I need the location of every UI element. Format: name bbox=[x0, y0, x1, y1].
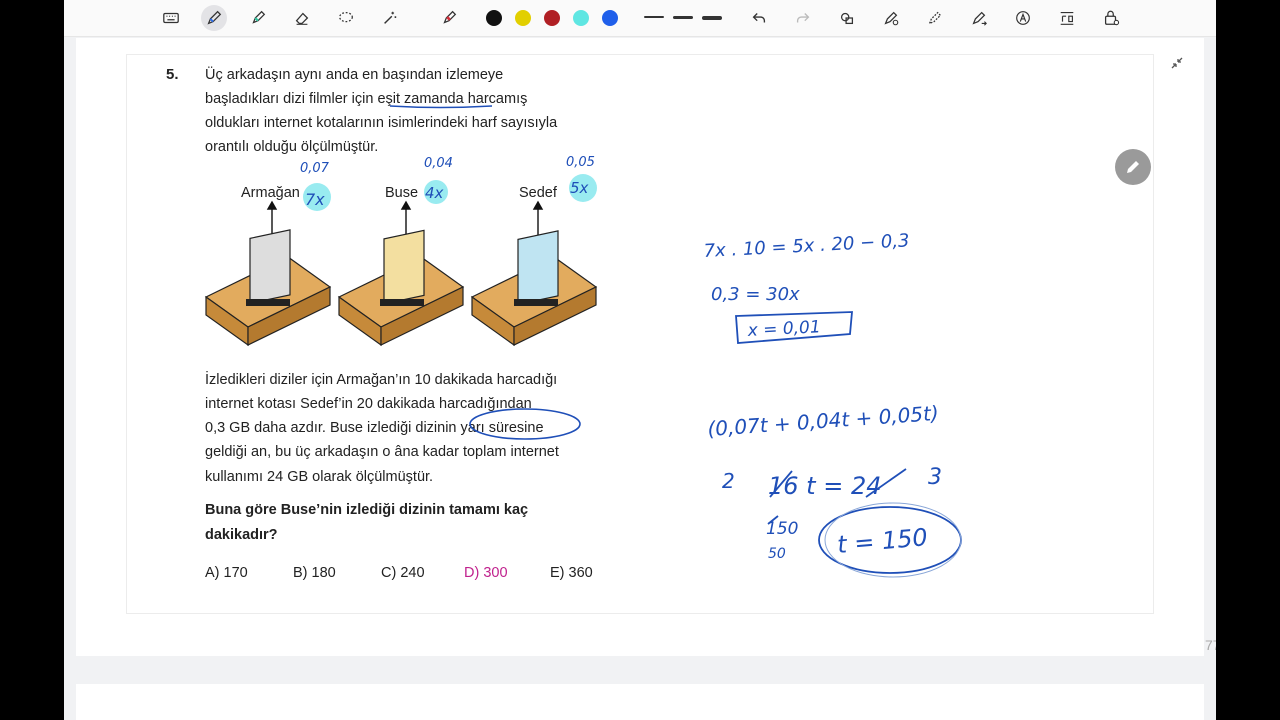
wooden-stand bbox=[337, 229, 465, 347]
marker-icon[interactable] bbox=[438, 7, 460, 29]
name-label: Armağan bbox=[241, 185, 300, 201]
body-line: 0,3 GB daha azdır. Buse izlediği dizinin… bbox=[205, 420, 544, 436]
stroke-width-thick[interactable] bbox=[702, 16, 722, 20]
app-window: 77/79 bbox=[64, 0, 1216, 720]
pen-arrow-icon[interactable] bbox=[968, 7, 990, 29]
eraser-icon[interactable] bbox=[291, 7, 313, 29]
intro-line: oldukları internet kotalarının isimlerin… bbox=[205, 115, 558, 131]
pen-tool-icon[interactable] bbox=[201, 5, 227, 31]
color-swatch-red[interactable] bbox=[544, 10, 560, 26]
tablets-illustration bbox=[204, 200, 598, 347]
color-swatch-yellow[interactable] bbox=[515, 10, 531, 26]
annotation-toolbar bbox=[64, 0, 1216, 37]
color-swatch-black[interactable] bbox=[486, 10, 502, 26]
edit-pencil-icon[interactable] bbox=[1115, 149, 1151, 185]
color-swatch-blue[interactable] bbox=[602, 10, 618, 26]
answer-c[interactable]: C) 240 bbox=[381, 565, 425, 581]
answer-e[interactable]: E) 360 bbox=[550, 565, 593, 581]
shapes-icon[interactable] bbox=[836, 7, 858, 29]
body-line: İzledikleri diziler için Armağan’ın 10 d… bbox=[205, 372, 558, 388]
stroke-width-thin[interactable] bbox=[644, 16, 664, 18]
name-label: Sedef bbox=[519, 185, 557, 201]
question-number: 5. bbox=[166, 66, 179, 83]
body-line: internet kotası Sedef’in 20 dakikada har… bbox=[205, 396, 532, 412]
redo-icon[interactable] bbox=[792, 7, 814, 29]
pen-settings-icon[interactable] bbox=[880, 7, 902, 29]
body-line: kullanımı 24 GB olarak ölçülmüştür. bbox=[205, 469, 434, 485]
intro-line: orantılı olduğu ölçülmüştür. bbox=[205, 139, 379, 155]
body-line: geldiği an, bu üç arkadaşın o âna kadar … bbox=[205, 444, 559, 460]
text-format-icon[interactable] bbox=[1056, 7, 1078, 29]
ask-line: Buna göre Buse’nin izlediği dizinin tama… bbox=[205, 502, 529, 518]
stroke-width-medium[interactable] bbox=[673, 16, 693, 19]
next-page bbox=[76, 684, 1204, 720]
collapse-icon[interactable] bbox=[1168, 54, 1186, 72]
ask-line: dakikadır? bbox=[205, 527, 278, 543]
lasso-select-icon[interactable] bbox=[335, 7, 357, 29]
wooden-stand bbox=[470, 230, 598, 347]
magic-wand-icon[interactable] bbox=[379, 7, 401, 29]
highlighter-icon[interactable] bbox=[247, 7, 269, 29]
answer-d[interactable]: D) 300 bbox=[464, 565, 508, 581]
undo-icon[interactable] bbox=[748, 7, 770, 29]
name-label: Buse bbox=[385, 185, 419, 201]
answer-b[interactable]: B) 180 bbox=[293, 565, 336, 581]
page-counter: 77/79 bbox=[1205, 637, 1216, 653]
pen-dashed-icon[interactable] bbox=[924, 7, 946, 29]
answer-a[interactable]: A) 170 bbox=[205, 565, 248, 581]
keyboard-icon[interactable] bbox=[160, 7, 182, 29]
text-tool-icon[interactable] bbox=[1012, 7, 1034, 29]
lock-icon[interactable] bbox=[1100, 7, 1122, 29]
color-swatch-cyan[interactable] bbox=[573, 10, 589, 26]
wooden-stand bbox=[204, 229, 332, 347]
intro-line: Üç arkadaşın aynı anda en başından izlem… bbox=[205, 67, 504, 83]
intro-line: başladıkları dizi filmler için eşit zama… bbox=[205, 91, 528, 107]
